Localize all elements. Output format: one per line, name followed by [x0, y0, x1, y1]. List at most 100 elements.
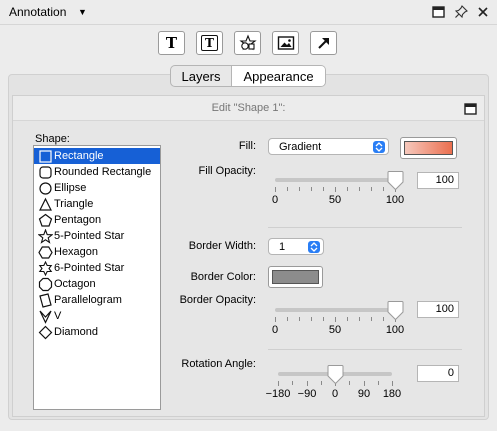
octagon-icon	[37, 276, 53, 292]
shape-item-rounded-rectangle[interactable]: Rounded Rectangle	[34, 164, 160, 180]
fill-color-button[interactable]	[400, 137, 457, 159]
slider-minor-tick	[292, 381, 293, 385]
border-opacity-thumb[interactable]	[387, 300, 404, 324]
chevron-updown-icon	[373, 141, 385, 153]
shape-item-ellipse[interactable]: Ellipse	[34, 180, 160, 196]
border-color-swatch	[272, 270, 319, 284]
shape-item-hexagon[interactable]: Hexagon	[34, 244, 160, 260]
shape-item-5-pointed-star[interactable]: 5-Pointed Star	[34, 228, 160, 244]
border-width-value: 1	[279, 240, 286, 253]
fill-label: Fill:	[238, 140, 256, 152]
slider-tick-label: 100	[385, 324, 405, 336]
slider-minor-tick	[321, 381, 322, 385]
diamond-icon	[37, 324, 53, 340]
shape-list[interactable]: Rectangle Rounded Rectangle Ellipse Triangl…	[33, 145, 161, 410]
shape-item-octagon[interactable]: Octagon	[34, 276, 160, 292]
text-box-icon: T	[201, 35, 218, 51]
slider-minor-tick	[311, 317, 312, 321]
tab-layers[interactable]: Layers	[171, 66, 232, 86]
slider-tick-label: 50	[328, 194, 342, 206]
fill-type-select[interactable]: Gradient	[268, 138, 389, 155]
slider-tick-label: 100	[385, 194, 405, 206]
shape-item-pentagon[interactable]: Pentagon	[34, 212, 160, 228]
shape-item-label: Hexagon	[54, 246, 99, 258]
arrow-tool-button[interactable]	[310, 31, 337, 55]
v-icon	[37, 308, 53, 324]
slider-minor-tick	[371, 317, 372, 321]
slider-minor-tick	[299, 187, 300, 191]
text-box-tool-button[interactable]: T	[196, 31, 223, 55]
shape-item-label: Rectangle	[54, 150, 104, 162]
panel-title: Annotation	[9, 5, 67, 19]
slider-minor-tick	[287, 187, 288, 191]
slider-tick	[392, 381, 393, 386]
slider-tick-label: 50	[328, 324, 342, 336]
rectangle-icon	[37, 148, 53, 164]
ellipse-icon	[37, 180, 53, 196]
slider-tick	[364, 381, 365, 386]
rotation-thumb[interactable]	[327, 364, 344, 388]
float-window-icon[interactable]	[432, 5, 446, 19]
shape-item-label: Ellipse	[54, 182, 87, 194]
slider-minor-tick	[349, 381, 350, 385]
pin-icon[interactable]	[454, 5, 468, 19]
slider-tick	[335, 317, 336, 322]
slider-minor-tick	[323, 317, 324, 321]
slider-minor-tick	[371, 187, 372, 191]
fill-gradient-swatch	[404, 141, 453, 155]
rotation-angle-field[interactable]: 0	[417, 365, 459, 382]
chevron-updown-icon	[308, 241, 320, 253]
shape-item-6-pointed-star[interactable]: 6-Pointed Star	[34, 260, 160, 276]
shape-tool-button[interactable]	[234, 31, 261, 55]
panel-menu-caret-icon[interactable]: ▼	[78, 7, 87, 17]
border-opacity-field[interactable]: 100	[417, 301, 459, 318]
arrow-icon	[317, 38, 329, 49]
fill-opacity-thumb[interactable]	[387, 170, 404, 194]
shape-item-label: Triangle	[54, 198, 94, 210]
shape-item-diamond[interactable]: Diamond	[34, 324, 160, 340]
shape-item-label: V	[54, 310, 62, 322]
shape-item-parallelogram[interactable]: Parallelogram	[34, 292, 160, 308]
fill-opacity-track[interactable]	[275, 178, 395, 182]
shape-item-label: Pentagon	[54, 214, 102, 226]
triangle-icon	[37, 196, 53, 212]
border-opacity-track[interactable]	[275, 308, 395, 312]
slider-minor-tick	[383, 317, 384, 321]
slider-minor-tick	[383, 187, 384, 191]
shape-item-v[interactable]: V	[34, 308, 160, 324]
slider-tick	[278, 381, 279, 386]
slider-minor-tick	[359, 187, 360, 191]
slider-tick	[275, 317, 276, 322]
slider-minor-tick	[347, 317, 348, 321]
view-tabs: Layers Appearance	[170, 65, 326, 87]
shape-item-label: Rounded Rectangle	[54, 166, 152, 178]
shape-item-label: 6-Pointed Star	[54, 262, 125, 274]
separator	[268, 349, 462, 350]
border-opacity-label: Border Opacity:	[179, 294, 256, 306]
rotation-angle-label: Rotation Angle:	[181, 358, 256, 370]
text-tool-button[interactable]: T	[158, 31, 185, 55]
edit-title: Edit "Shape 1":	[211, 102, 286, 114]
popout-icon[interactable]	[464, 102, 478, 116]
tab-appearance[interactable]: Appearance	[232, 66, 325, 86]
shape-item-triangle[interactable]: Triangle	[34, 196, 160, 212]
separator	[268, 227, 462, 228]
close-icon[interactable]	[476, 5, 490, 19]
shape-item-label: Diamond	[54, 326, 99, 338]
shape-item-label: 5-Pointed Star	[54, 230, 125, 242]
fill-opacity-label: Fill Opacity:	[198, 165, 256, 177]
shape-item-rectangle[interactable]: Rectangle	[34, 148, 160, 164]
fill-opacity-field[interactable]: 100	[417, 172, 459, 189]
fill-type-value: Gradient	[279, 140, 322, 153]
six-pointed-star-icon	[37, 260, 53, 276]
border-width-label: Border Width:	[188, 240, 256, 252]
image-tool-button[interactable]	[272, 31, 299, 55]
slider-tick	[335, 187, 336, 192]
border-color-button[interactable]	[268, 266, 323, 288]
slider-minor-tick	[299, 317, 300, 321]
slider-tick-label: 180	[382, 388, 402, 400]
border-width-select[interactable]: 1	[268, 238, 324, 255]
image-icon	[277, 36, 294, 50]
slider-tick	[307, 381, 308, 386]
rounded-rectangle-icon	[37, 164, 53, 180]
